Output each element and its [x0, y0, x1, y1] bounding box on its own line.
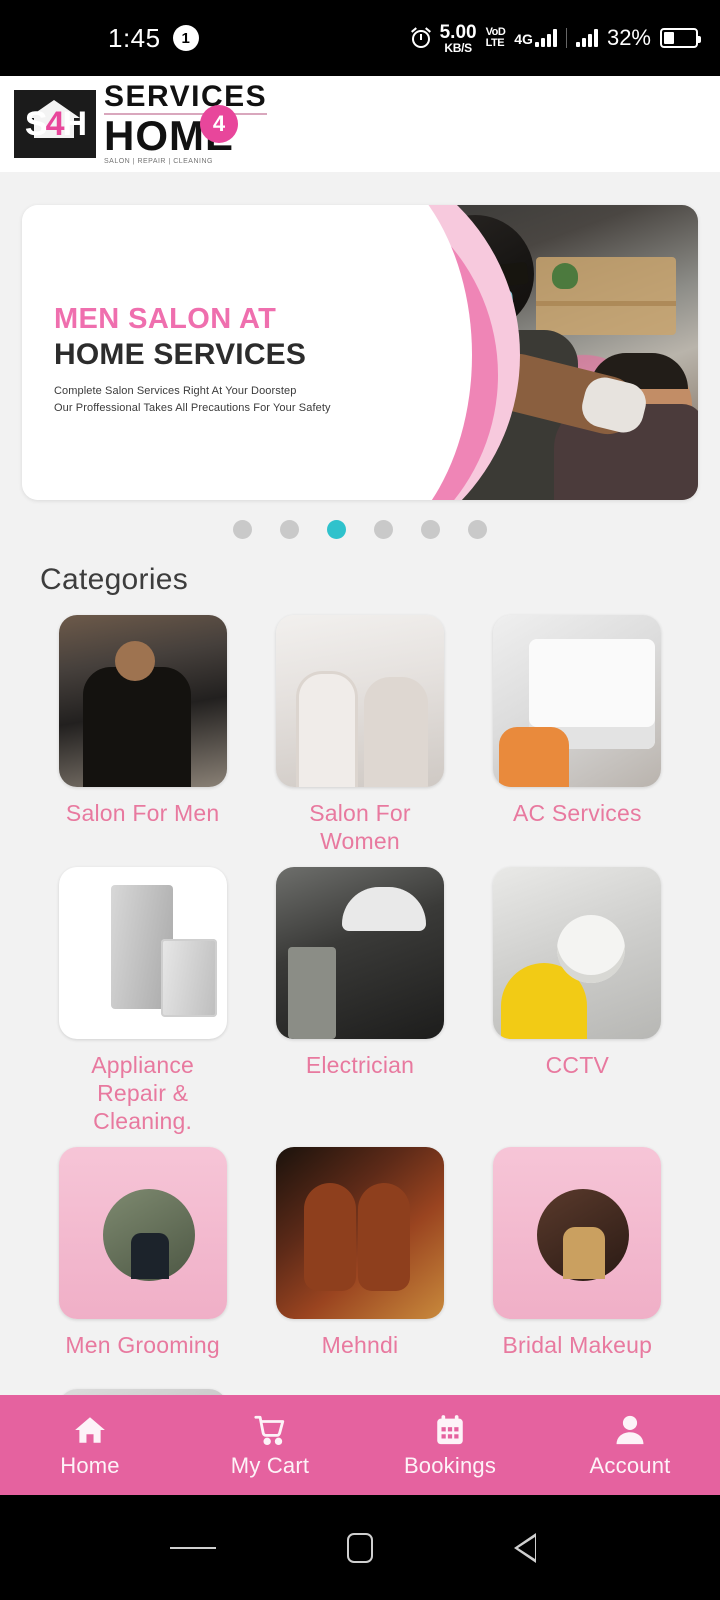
- recents-icon[interactable]: [170, 1525, 217, 1571]
- home-icon: [70, 1411, 110, 1449]
- battery-icon: [660, 28, 701, 48]
- logo-letter-s: S: [24, 105, 48, 143]
- category-label: Electrician: [305, 1052, 415, 1079]
- nav-label: Bookings: [403, 1453, 497, 1478]
- nav-item-bookings[interactable]: Bookings: [360, 1411, 540, 1479]
- nav-label: Account: [589, 1453, 671, 1478]
- carousel-dots[interactable]: [0, 520, 720, 539]
- electrician-photo[interactable]: [275, 867, 444, 1040]
- category-card[interactable]: AC Services: [469, 615, 686, 855]
- back-triangle-icon[interactable]: [504, 1525, 550, 1571]
- clock: 1:45: [108, 22, 161, 53]
- bottom-navigation-bar[interactable]: Home My Cart Bookings Account: [0, 1395, 720, 1495]
- category-grid[interactable]: Salon For Men Salon For Women AC Services A…: [0, 615, 720, 1371]
- category-label: Mehndi: [321, 1332, 399, 1359]
- category-card[interactable]: Appliance Repair & Cleaning.: [34, 867, 251, 1135]
- alarm-icon: [410, 27, 431, 48]
- category-label: Appliance Repair & Cleaning.: [91, 1052, 195, 1135]
- category-label: AC Services: [512, 800, 642, 826]
- app-header: S4H SERVICES HOME SALON | REPAIR | CLEAN…: [0, 76, 720, 172]
- category-label: Salon For Men: [65, 800, 220, 826]
- s4h-text: S4H: [24, 105, 88, 143]
- s4h-logo-mark: S4H: [14, 90, 96, 158]
- network-speed-unit: KB/S: [444, 40, 472, 55]
- carousel-dot-6[interactable]: [468, 520, 487, 539]
- carousel-dot-5[interactable]: [421, 520, 440, 539]
- network-speed-indicator: 5.00 KB/S: [440, 23, 477, 54]
- category-card[interactable]: Salon For Men: [34, 615, 251, 855]
- brand-badge-4: 4: [200, 104, 238, 143]
- category-label: Salon For Women: [309, 800, 411, 855]
- category-card[interactable]: Salon For Women: [251, 615, 468, 855]
- status-bar: 1:45 1 5.00 KB/S VoD LTE 4G 32%: [0, 0, 720, 76]
- logo-letter-4: 4: [45, 105, 65, 143]
- category-card[interactable]: CCTV: [469, 867, 686, 1135]
- category-label: CCTV: [545, 1052, 610, 1079]
- nav-label: Home: [60, 1453, 120, 1478]
- nav-item-my-cart[interactable]: My Cart: [180, 1411, 360, 1479]
- nav-item-home[interactable]: Home: [0, 1411, 180, 1479]
- home-square-icon[interactable]: [337, 1525, 383, 1571]
- status-bar-right: 5.00 KB/S VoD LTE 4G 32%: [410, 23, 701, 54]
- nav-label: My Cart: [230, 1453, 310, 1478]
- salon-men-photo[interactable]: [58, 615, 227, 787]
- men-grooming-photo[interactable]: [58, 1147, 227, 1320]
- nav-item-account[interactable]: Account: [540, 1411, 720, 1479]
- promo-banner-carousel[interactable]: MEN SALON AT HOME SERVICES Complete Salo…: [22, 205, 698, 500]
- category-card[interactable]: Electrician: [251, 867, 468, 1135]
- ac-service-photo[interactable]: [493, 615, 662, 787]
- calendar-icon: [430, 1411, 470, 1449]
- banner-title-pink: MEN SALON AT: [54, 303, 277, 335]
- carousel-dot-1[interactable]: [233, 520, 252, 539]
- carousel-dot-3[interactable]: [327, 520, 346, 539]
- status-bar-left: 1:45 1: [108, 23, 199, 54]
- banner-subtitle-1: Complete Salon Services Right At Your Do…: [54, 384, 297, 397]
- notification-count-badge: 1: [172, 25, 199, 51]
- category-card[interactable]: Mehndi: [251, 1147, 468, 1359]
- brand-line-home: HOME: [104, 112, 234, 160]
- bridal-makeup-photo[interactable]: [493, 1147, 662, 1320]
- volte-line2: LTE: [485, 37, 505, 49]
- status-divider: [565, 28, 567, 48]
- cart-icon: [250, 1411, 290, 1449]
- banner-copy: MEN SALON AT HOME SERVICES Complete Salo…: [54, 303, 331, 417]
- logo-letter-h: H: [62, 105, 88, 143]
- brand-tagline: SALON | REPAIR | CLEANING: [104, 157, 213, 165]
- network-type-label: 4G: [514, 31, 533, 47]
- salon-women-photo[interactable]: [275, 615, 444, 787]
- carousel-dot-2[interactable]: [280, 520, 299, 539]
- signal-sim2-icon: [575, 29, 598, 47]
- page-title: Categories: [40, 563, 189, 596]
- category-label: Men Grooming: [65, 1332, 220, 1359]
- battery-percent-label: 32%: [606, 25, 651, 50]
- mehndi-photo[interactable]: [275, 1147, 444, 1320]
- person-icon: [610, 1411, 650, 1449]
- scroll-content[interactable]: MEN SALON AT HOME SERVICES Complete Salo…: [0, 172, 720, 1395]
- phone-screen: 1:45 1 5.00 KB/S VoD LTE 4G 32% S4H SERV…: [0, 0, 720, 1600]
- cctv-photo[interactable]: [493, 867, 662, 1040]
- category-label: Bridal Makeup: [502, 1332, 653, 1359]
- banner-subtitle-2: Our Proffessional Takes All Precautions …: [54, 401, 331, 414]
- brand-logo[interactable]: S4H SERVICES HOME SALON | REPAIR | CLEAN…: [14, 79, 268, 166]
- brand-line-services: SERVICES: [104, 79, 268, 113]
- banner-title-dark: HOME SERVICES: [54, 338, 307, 372]
- carousel-dot-4[interactable]: [374, 520, 393, 539]
- appliance-photo[interactable]: [58, 867, 227, 1040]
- android-system-nav[interactable]: [0, 1495, 720, 1600]
- network-speed-value: 5.00: [439, 21, 477, 43]
- category-card[interactable]: Men Grooming: [34, 1147, 251, 1359]
- signal-sim1-icon: 4G: [514, 29, 557, 47]
- category-card[interactable]: Bridal Makeup: [469, 1147, 686, 1359]
- volte-icon: VoD LTE: [486, 27, 506, 49]
- brand-wordmark: SERVICES HOME SALON | REPAIR | CLEANING …: [104, 79, 268, 166]
